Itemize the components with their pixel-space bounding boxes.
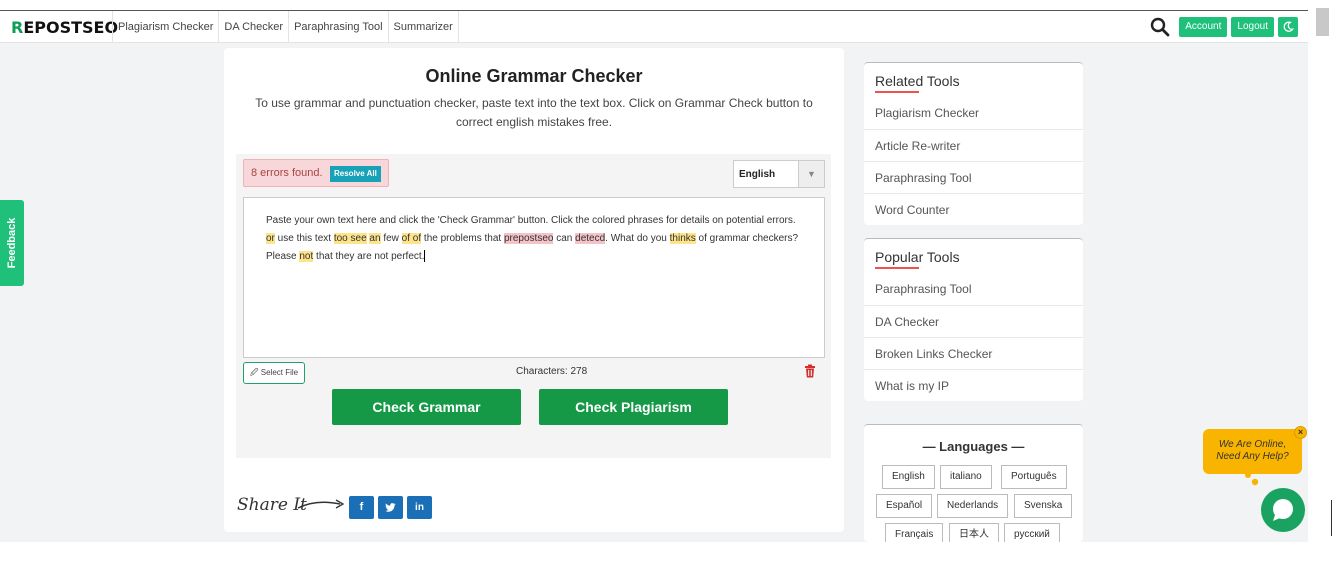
popular-tool-what-is-my-ip[interactable]: What is my IP [864, 369, 1083, 401]
trash-icon[interactable] [804, 364, 816, 378]
nav-link-plagiarism-checker[interactable]: Plagiarism Checker [112, 11, 218, 43]
twitter-icon [385, 503, 396, 512]
grammar-error-highlight[interactable]: thinks [669, 233, 696, 244]
title-underline [875, 91, 919, 93]
language-select-value: English [739, 169, 776, 180]
errors-alert: 8 errors found. Resolve All [243, 159, 389, 187]
character-count: Characters: 278 [516, 366, 588, 377]
editor-panel: 8 errors found. Resolve All English ▼ Pa… [236, 154, 831, 458]
page-subtitle: To use grammar and punctuation checker, … [255, 96, 813, 129]
popular-tool-paraphrasing-tool[interactable]: Paraphrasing Tool [864, 273, 1083, 305]
languages-title: — Languages — [922, 439, 1025, 454]
logo-text: EPOSTS [23, 18, 94, 37]
nav-link-paraphrasing-tool[interactable]: Paraphrasing Tool [288, 11, 387, 43]
text-segment: few [380, 233, 402, 244]
errors-count-text: 8 errors found. [251, 167, 323, 179]
language-english[interactable]: English [882, 465, 935, 489]
logout-button[interactable]: Logout [1231, 17, 1274, 37]
page-scrollbar[interactable] [1308, 0, 1337, 581]
scrollbar-divider [1331, 500, 1332, 536]
account-button[interactable]: Account [1179, 17, 1228, 37]
check-plagiarism-button[interactable]: Check Plagiarism [539, 389, 728, 425]
spelling-error-highlight[interactable]: prepostseo [503, 233, 554, 244]
logo-prefix: R [11, 18, 24, 37]
page-title: Online Grammar Checker [425, 66, 643, 86]
text-caret [424, 250, 426, 263]
feedback-tab[interactable]: Feedback [0, 200, 24, 286]
language-svenska[interactable]: Svenska [1014, 494, 1073, 518]
popular-tools-title-text: Popular Tools [875, 249, 960, 265]
grammar-error-highlight[interactable]: too see [333, 233, 367, 244]
language-nederlands[interactable]: Nederlands [937, 494, 1009, 518]
languages-card: — Languages — English italiano Português… [864, 424, 1083, 547]
text-segment: use this text [274, 233, 334, 244]
popular-tool-da-checker[interactable]: DA Checker [864, 305, 1083, 337]
related-tool-article-rewriter[interactable]: Article Re-writer [864, 129, 1083, 161]
text-segment: that they are not perfect. [313, 251, 425, 262]
chat-close-icon[interactable]: × [1294, 426, 1307, 439]
related-tools-title: Related Tools [864, 63, 1083, 97]
popular-tools-list: Paraphrasing Tool DA Checker Broken Link… [864, 273, 1083, 401]
facebook-share-button[interactable]: f [349, 496, 374, 519]
grammar-error-highlight[interactable]: of of [401, 233, 422, 244]
feedback-label: Feedback [6, 217, 18, 269]
search-icon[interactable] [1149, 16, 1171, 38]
popular-tools-card: Popular Tools Paraphrasing Tool DA Check… [864, 238, 1083, 401]
nav-actions: Account Logout [1149, 16, 1298, 38]
popular-tools-title: Popular Tools [864, 239, 1083, 273]
chat-dots-icon [1245, 472, 1259, 486]
nav-link-da-checker[interactable]: DA Checker [218, 11, 288, 43]
language-portugues[interactable]: Português [1001, 465, 1067, 489]
chat-launcher-button[interactable] [1261, 488, 1305, 532]
facebook-icon: f [359, 501, 364, 513]
chat-invite-line2: Need Any Help? [1216, 451, 1289, 462]
related-tool-word-counter[interactable]: Word Counter [864, 193, 1083, 225]
language-select[interactable]: English ▼ [733, 160, 825, 188]
top-strip [0, 0, 1308, 10]
select-file-label: Select File [260, 368, 299, 377]
site-logo[interactable]: REPOSTSEO [11, 18, 118, 37]
chat-icon [1273, 499, 1293, 521]
share-arrow-icon [297, 499, 345, 509]
related-tools-list: Plagiarism Checker Article Re-writer Par… [864, 97, 1083, 225]
top-navbar: REPOSTSEO Plagiarism Checker DA Checker … [0, 10, 1308, 43]
nav-link-summarizer[interactable]: Summarizer [387, 11, 459, 43]
twitter-share-button[interactable] [378, 496, 403, 519]
text-segment: the problems that [421, 233, 504, 244]
chat-invite-line1: We Are Online, [1218, 439, 1287, 450]
language-espanol[interactable]: Español [876, 494, 933, 518]
linkedin-icon: in [415, 502, 424, 513]
related-tool-plagiarism-checker[interactable]: Plagiarism Checker [864, 97, 1083, 129]
nav-links: Plagiarism Checker DA Checker Paraphrasi… [112, 11, 459, 43]
language-italiano[interactable]: italiano [940, 465, 992, 489]
text-segment: Paste your own text here and click the '… [266, 215, 796, 226]
text-input-area[interactable]: Paste your own text here and click the '… [243, 197, 825, 358]
chat-invite-bubble[interactable]: We Are Online, Need Any Help? [1203, 429, 1302, 474]
title-underline [875, 267, 919, 269]
grammar-checker-card: Online Grammar Checker To use grammar an… [224, 48, 844, 532]
select-file-button[interactable]: 🖉 Select File [243, 362, 306, 384]
bottom-strip [0, 542, 1308, 581]
moon-icon [1283, 21, 1294, 32]
linkedin-share-button[interactable]: in [407, 496, 432, 519]
spelling-error-highlight[interactable]: detecd [575, 233, 606, 244]
grammar-error-highlight[interactable]: not [299, 251, 314, 262]
grammar-error-highlight[interactable]: or [266, 233, 275, 244]
resolve-all-button[interactable]: Resolve All [330, 166, 381, 182]
related-tools-card: Related Tools Plagiarism Checker Article… [864, 62, 1083, 225]
scrollbar-thumb[interactable] [1316, 8, 1329, 36]
popular-tool-broken-links-checker[interactable]: Broken Links Checker [864, 337, 1083, 369]
text-segment: . What do you [605, 233, 670, 244]
check-grammar-button[interactable]: Check Grammar [332, 389, 521, 425]
dropdown-arrow-icon: ▼ [798, 161, 824, 187]
text-segment: can [553, 233, 576, 244]
paperclip-icon: 🖉 [250, 368, 259, 377]
dark-mode-toggle[interactable] [1278, 17, 1298, 37]
related-tool-paraphrasing-tool[interactable]: Paraphrasing Tool [864, 161, 1083, 193]
related-tools-title-text: Related Tools [875, 73, 960, 89]
grammar-error-highlight[interactable]: an [369, 233, 381, 244]
